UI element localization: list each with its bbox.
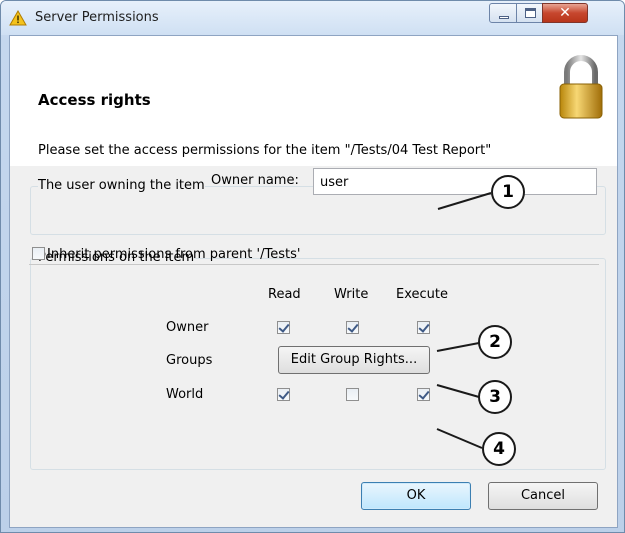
callout-3: 3 — [478, 380, 512, 414]
callout-4: 4 — [482, 432, 516, 466]
callout-2: 2 — [478, 325, 512, 359]
server-permissions-window: Server Permissions ✕ Access rights Pleas… — [0, 0, 625, 533]
callout-1: 1 — [491, 175, 525, 209]
callout-leader-lines — [436, 192, 492, 449]
